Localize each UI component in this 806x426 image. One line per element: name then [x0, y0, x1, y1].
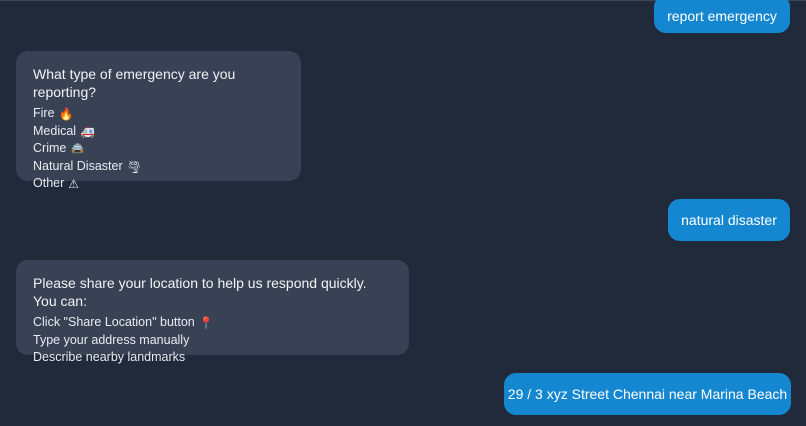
bot-message-heading: Please share your location to help us re…	[33, 275, 367, 309]
user-message-text: 29 / 3 xyz Street Chennai near Marina Be…	[507, 386, 788, 402]
police-car-icon: 🚔	[70, 142, 86, 156]
option-crime: Crime 🚔	[33, 141, 86, 156]
location-options-list: Click "Share Location" button 📍 Type your…	[33, 314, 392, 367]
user-message-report-emergency: report emergency	[654, 0, 790, 33]
tornado-icon: 🌪	[126, 159, 142, 174]
bot-message-heading: What type of emergency are you reporting…	[33, 66, 236, 100]
option-medical: Medical 🚑	[33, 123, 96, 139]
warning-icon: ⚠	[68, 177, 80, 191]
option-describe-landmarks: Describe nearby landmarks	[33, 350, 186, 364]
pin-icon: 📍	[198, 316, 214, 330]
option-type-address: Type your address manually	[33, 332, 190, 347]
chat-thread: report emergency What type of emergency …	[0, 0, 806, 426]
bot-message-emergency-type: What type of emergency are you reporting…	[16, 51, 301, 190]
option-share-location: Click "Share Location" button 📍	[33, 315, 214, 330]
option-fire: Fire 🔥	[33, 106, 74, 121]
emergency-type-list: Fire 🔥 Medical 🚑 Crime 🚔 Natural Disaster 🌪 …	[33, 105, 284, 193]
user-message-natural-disaster: natural disaster	[668, 199, 790, 241]
user-message-text: report emergency	[667, 8, 777, 24]
bot-message-location-request: Please share your location to help us re…	[16, 260, 409, 364]
option-other: Other ⚠	[33, 176, 80, 191]
option-natural-disaster: Natural Disaster 🌪	[33, 158, 142, 174]
user-message-text: natural disaster	[681, 212, 777, 228]
ambulance-icon: 🚑	[80, 124, 96, 139]
fire-icon: 🔥	[58, 107, 74, 121]
user-message-address: 29 / 3 xyz Street Chennai near Marina Be…	[504, 373, 791, 415]
